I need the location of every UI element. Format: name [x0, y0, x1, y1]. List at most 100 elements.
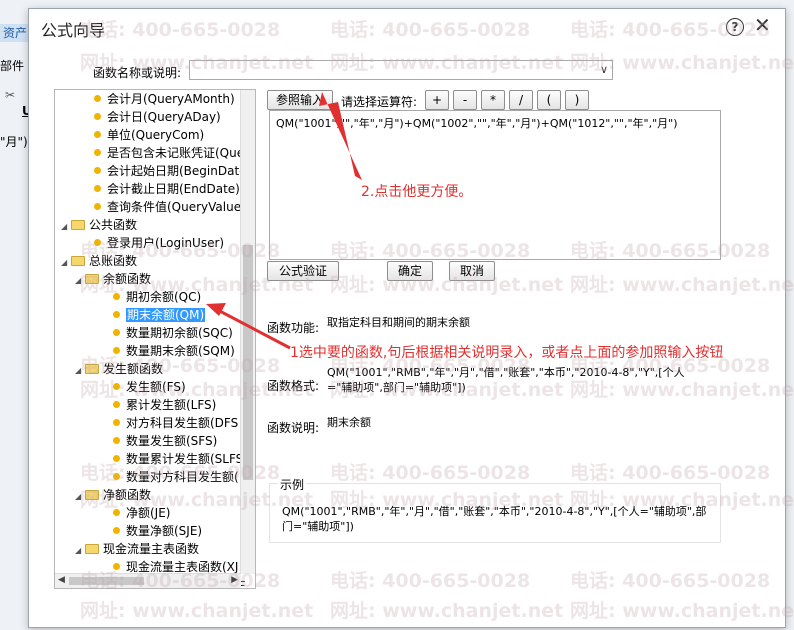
tree-horizontal-scrollbar[interactable]: ◀ ▶ [55, 573, 241, 588]
tree-hscroll-thumb[interactable] [69, 577, 144, 585]
tree-item-label: 发生额函数 [103, 362, 164, 376]
tree-folder[interactable]: ◢ 净额函数 [75, 486, 151, 504]
tree-item-label: 净额函数 [103, 488, 152, 502]
function-bullet-icon [113, 527, 120, 534]
function-format-label: 函数格式: [267, 379, 320, 393]
tree-item[interactable]: 查询条件值(QueryValue) [91, 198, 246, 216]
tree-item[interactable]: 会计起始日期(BeginDate [91, 162, 247, 180]
help-icon[interactable]: ? [726, 18, 744, 36]
function-bullet-icon [94, 167, 101, 174]
folder-icon [85, 490, 99, 500]
tree-item-label: 对方科目发生额(DFS [126, 416, 239, 430]
tree-folder[interactable]: ◢ 余额函数 [75, 270, 151, 288]
tree-item-label: 数量发生额(SFS) [126, 434, 218, 448]
tree-item[interactable]: 期末余额(QM) [110, 306, 206, 324]
function-purpose-value: 取指定科目和期间的期末余额 [327, 316, 470, 329]
tree-scroll-thumb[interactable] [243, 245, 253, 480]
tree-item[interactable]: 净额(JE) [110, 504, 171, 522]
operator-divide-button[interactable]: / [509, 90, 533, 110]
tree-item[interactable]: 数量净额(SJE) [110, 522, 202, 540]
example-title: 示例 [278, 476, 307, 493]
tree-item[interactable]: 会计日(QueryADay) [91, 108, 221, 126]
function-name-label: 函数名称或说明: [93, 66, 182, 80]
function-format-value: QM("1001","RMB","年","月","借","账套","本币","2… [327, 366, 685, 394]
tree-item[interactable]: 会计月(QueryAMonth) [91, 90, 235, 108]
tree-folder[interactable]: ◢ 总账函数 [61, 252, 137, 270]
tree-item[interactable]: 数量期初余额(SQC) [110, 324, 233, 342]
operator-open-paren-button[interactable]: ( [537, 90, 561, 110]
tree-item-label: 数量期初余额(SQC) [126, 326, 233, 340]
function-bullet-icon [113, 311, 120, 318]
tree-item-label: 登录用户(LoginUser) [107, 236, 225, 250]
tree-item-label: 现金流量主表函数 [103, 542, 200, 556]
formula-textarea[interactable]: QM("1001","","年","月")+QM("1002","","年","… [269, 110, 721, 260]
function-bullet-icon [113, 563, 120, 570]
dialog-title: 公式向导 [41, 21, 106, 40]
function-bullet-icon [113, 437, 120, 444]
scroll-left-icon[interactable]: ◀ [58, 575, 65, 585]
folder-icon [71, 220, 85, 230]
expand-toggle-icon[interactable]: ◢ [75, 488, 85, 506]
tree-item[interactable]: 数量累计发生额(SLFS [110, 450, 243, 468]
ok-button[interactable]: 确定 [387, 261, 433, 281]
function-tree[interactable]: 现金流量主表累计发生现金流量主表函数(XJ◢现金流量主表函数数量净额(SJE)净… [54, 89, 256, 589]
expand-toggle-icon[interactable]: ◢ [75, 542, 85, 560]
tree-item-label: 累计发生额(LFS) [126, 398, 217, 412]
tree-item-label: 单位(QueryCom) [107, 128, 205, 142]
tree-item[interactable]: 登录用户(LoginUser) [91, 234, 224, 252]
tree-item[interactable]: 数量对方科目发生额( [110, 468, 239, 486]
tree-item[interactable]: 发生额(FS) [110, 378, 186, 396]
background-tab[interactable]: 资产 [0, 24, 30, 42]
tree-item[interactable]: 会计截止日期(EndDate) [91, 180, 240, 198]
tree-item-label: 余额函数 [103, 272, 152, 286]
tree-item[interactable]: 是否包含未记账凭证(Que [91, 144, 244, 162]
function-explain-label: 函数说明: [267, 421, 320, 435]
function-bullet-icon [94, 113, 101, 120]
tree-item[interactable]: 对方科目发生额(DFS [110, 414, 238, 432]
expand-toggle-icon[interactable]: ◢ [75, 272, 85, 290]
tree-item-label: 公共函数 [89, 218, 138, 232]
tree-folder[interactable]: ◢ 发生额函数 [75, 360, 163, 378]
function-explain-value: 期末余额 [327, 416, 371, 429]
cancel-button[interactable]: 取消 [449, 261, 495, 281]
tree-item-label: 现金流量主表函数(XJ [126, 560, 239, 574]
operator-plus-button[interactable]: + [425, 90, 449, 110]
tree-item[interactable]: 期初余额(QC) [110, 288, 201, 306]
function-bullet-icon [113, 329, 120, 336]
tree-item[interactable]: 单位(QueryCom) [91, 126, 204, 144]
scroll-right-icon[interactable]: ▶ [231, 575, 238, 585]
tree-vertical-scrollbar[interactable] [240, 90, 255, 574]
function-bullet-icon [113, 509, 120, 516]
function-bullet-icon [94, 203, 101, 210]
tree-folder[interactable]: ◢ 现金流量主表函数 [75, 540, 199, 558]
example-text: QM("1001","RMB","年","月","借","账套","本币","2… [282, 505, 707, 533]
function-bullet-icon [94, 239, 101, 246]
operator-minus-button[interactable]: - [453, 90, 477, 110]
expand-toggle-icon[interactable]: ◢ [61, 218, 71, 236]
expand-toggle-icon[interactable]: ◢ [61, 254, 71, 272]
tree-item[interactable]: 数量期末余额(SQM) [110, 342, 235, 360]
reference-input-button[interactable]: 参照输入 [267, 90, 333, 110]
operator-multiply-button[interactable]: * [481, 90, 505, 110]
tree-item-label: 会计月(QueryAMonth) [107, 92, 235, 106]
verify-formula-button[interactable]: 公式验证 [267, 261, 339, 281]
example-box: 示例 QM("1001","RMB","年","月","借","账套","本币"… [269, 476, 721, 543]
operator-close-paren-button[interactable]: ) [565, 90, 589, 110]
expand-toggle-icon[interactable]: ◢ [75, 362, 85, 380]
function-name-select[interactable]: ∨ [189, 60, 613, 80]
tree-item[interactable]: 累计发生额(LFS) [110, 396, 216, 414]
folder-icon [85, 274, 99, 284]
tree-folder[interactable]: ◢ 公共函数 [61, 216, 137, 234]
tree-item-label: 会计日(QueryADay) [107, 110, 221, 124]
tree-item-label: 数量对方科目发生额( [126, 470, 239, 484]
function-bullet-icon [113, 383, 120, 390]
function-purpose-label: 函数功能: [267, 321, 320, 335]
close-icon[interactable]: ✕ [754, 13, 771, 37]
annotation-note-1: 1选中要的函数,句后根据相关说明录入，或者点上面的参加照输入按钮 [290, 345, 724, 361]
function-bullet-icon [94, 149, 101, 156]
function-bullet-icon [94, 95, 101, 102]
tree-item-label: 会计截止日期(EndDate) [107, 182, 240, 196]
tree-item[interactable]: 数量发生额(SFS) [110, 432, 217, 450]
tree-item-label: 数量净额(SJE) [126, 524, 203, 538]
tree-item-label: 会计起始日期(BeginDate [107, 164, 247, 178]
